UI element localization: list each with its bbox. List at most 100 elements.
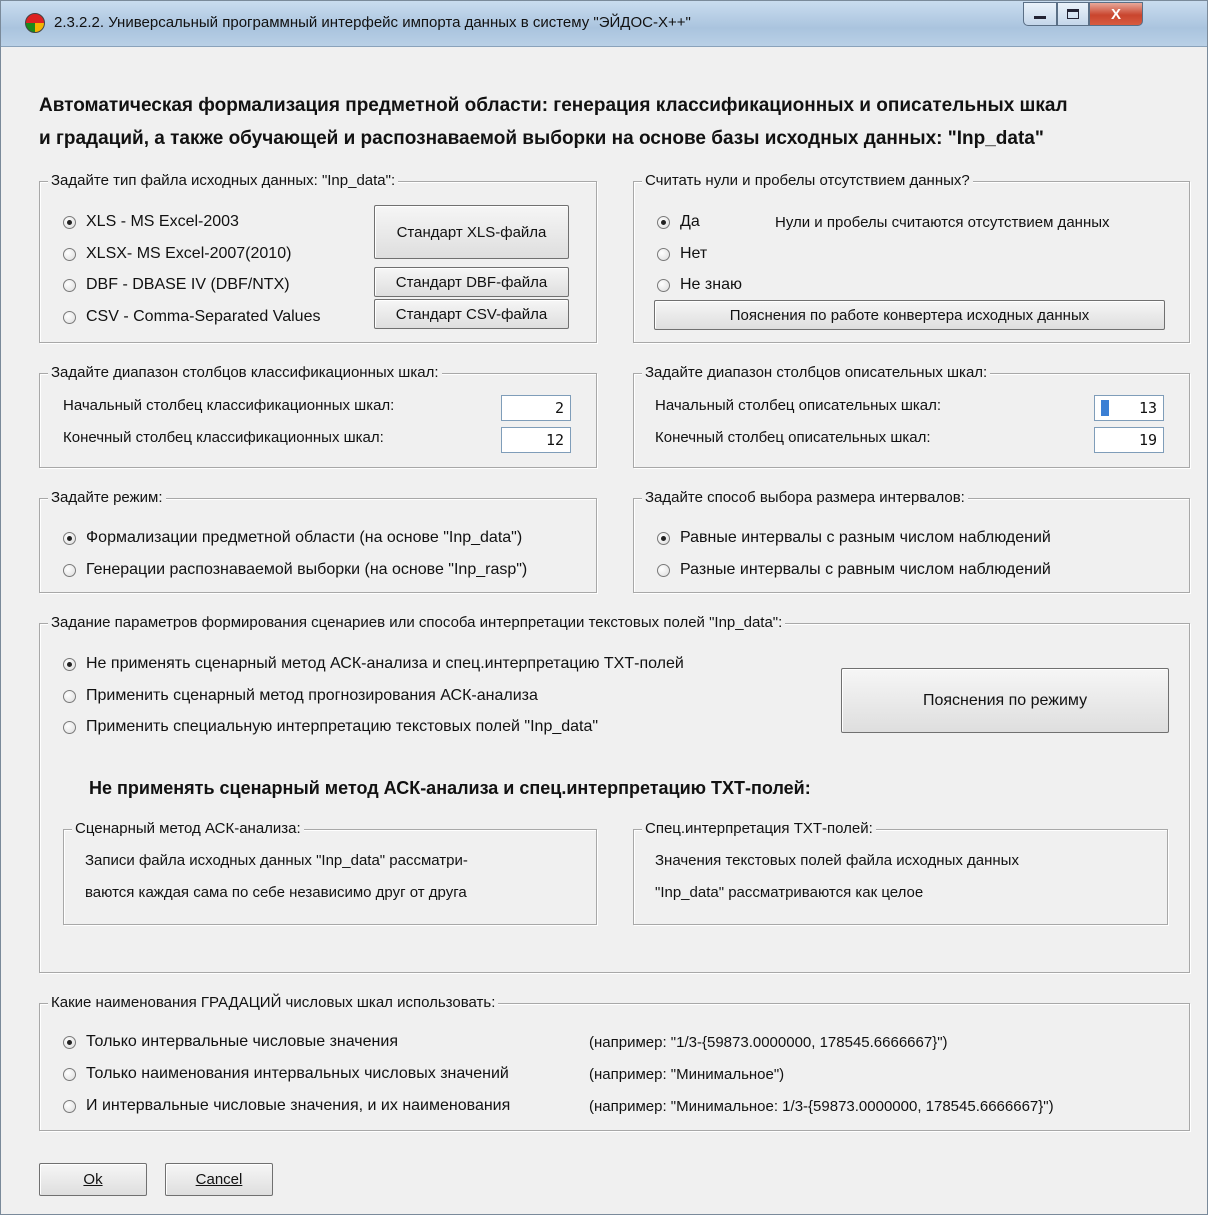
maximize-button[interactable]: [1057, 2, 1089, 26]
radio-zeros-no-dot: [657, 247, 670, 261]
radio-grad-names-label: Только наименования интервальных числовы…: [86, 1065, 509, 1082]
radio-zeros-yes-label: Да: [680, 213, 700, 230]
desc-start-label: Начальный столбец описательных шкал:: [655, 397, 942, 414]
radio-scenario-none-label: Не применять сценарный метод АСК-анализа…: [86, 655, 684, 672]
scenario-method-line-1: Записи файла исходных данных "Inp_data" …: [85, 852, 468, 869]
text-interpretation-group: Спец.интерпретация ТХТ-полей:: [633, 820, 1168, 925]
radio-interval-different-dot: [657, 563, 670, 577]
radio-zeros-yes-dot: [657, 215, 670, 229]
standard-dbf-button[interactable]: Стандарт DBF-файла: [374, 267, 569, 297]
scenario-method-title: Сценарный метод АСК-анализа:: [72, 820, 304, 838]
title-bar[interactable]: 2.3.2.2. Универсальный программный интер…: [1, 1, 1207, 47]
radio-zeros-yes[interactable]: Да: [657, 213, 700, 231]
radio-scenario-forecast[interactable]: Применить сценарный метод прогнозировани…: [63, 687, 538, 705]
radio-zeros-no-label: Нет: [680, 245, 708, 262]
radio-zeros-unknown[interactable]: Не знаю: [657, 276, 742, 294]
scenario-method-group: Сценарный метод АСК-анализа:: [63, 820, 597, 925]
close-button[interactable]: X: [1089, 2, 1143, 26]
file-type-group-title: Задайте тип файла исходных данных: "Inp_…: [48, 172, 399, 190]
radio-xlsx-dot: [63, 247, 76, 261]
desc-start-value: 13: [1138, 399, 1157, 417]
class-start-field[interactable]: 2: [501, 395, 571, 421]
scenario-group-title: Задание параметров формирования сценарие…: [48, 614, 786, 632]
radio-grad-both[interactable]: И интервальные числовые значения, и их н…: [63, 1097, 510, 1115]
radio-dbf-label: DBF - DBASE IV (DBF/NTX): [86, 276, 290, 293]
radio-csv-dot: [63, 310, 76, 324]
radio-interval-equal[interactable]: Равные интервалы с разным числом наблюде…: [657, 529, 1051, 547]
app-icon: [25, 13, 45, 33]
radio-interval-different[interactable]: Разные интервалы с равным числом наблюде…: [657, 561, 1051, 579]
radio-xlsx[interactable]: XLSX- MS Excel-2007(2010): [63, 245, 291, 263]
radio-mode-generate[interactable]: Генерации распознаваемой выборки (на осн…: [63, 561, 527, 579]
minimize-button[interactable]: [1023, 2, 1057, 26]
radio-grad-names[interactable]: Только наименования интервальных числовы…: [63, 1065, 509, 1083]
radio-mode-generate-label: Генерации распознаваемой выборки (на осн…: [86, 561, 528, 578]
heading-line-1: Автоматическая формализация предметной о…: [39, 95, 1068, 116]
desc-end-field[interactable]: 19: [1094, 427, 1164, 453]
class-range-group-title: Задайте диапазон столбцов классификацион…: [48, 364, 442, 382]
caption-buttons: X: [1023, 2, 1143, 26]
radio-csv-label: CSV - Comma-Separated Values: [86, 308, 321, 325]
grad-example-3: (например: "Минимальное: 1/3-{59873.0000…: [589, 1098, 1054, 1115]
grad-example-1: (например: "1/3-{59873.0000000, 178545.6…: [589, 1034, 948, 1051]
radio-dbf-dot: [63, 278, 76, 292]
radio-xls-label: XLS - MS Excel-2003: [86, 213, 239, 230]
radio-scenario-none[interactable]: Не применять сценарный метод АСК-анализа…: [63, 655, 684, 673]
radio-mode-generate-dot: [63, 563, 76, 577]
radio-xls-dot: [63, 215, 76, 229]
text-interpretation-line-2: "Inp_data" рассматриваются как целое: [655, 884, 924, 901]
text-caret: [1101, 400, 1109, 416]
radio-interval-equal-label: Равные интервалы с разным числом наблюде…: [680, 529, 1051, 546]
radio-grad-both-label: И интервальные числовые значения, и их н…: [86, 1097, 511, 1114]
radio-scenario-text-dot: [63, 720, 76, 734]
radio-scenario-forecast-label: Применить сценарный метод прогнозировани…: [86, 687, 538, 704]
mode-help-button[interactable]: Пояснения по режиму: [841, 668, 1169, 733]
heading-line-2: и градаций, а также обучающей и распозна…: [39, 128, 1044, 149]
radio-dbf[interactable]: DBF - DBASE IV (DBF/NTX): [63, 276, 290, 294]
text-interpretation-line-1: Значения текстовых полей файла исходных …: [655, 852, 1019, 869]
radio-grad-values-label: Только интервальные числовые значения: [86, 1033, 398, 1050]
radio-zeros-unknown-label: Не знаю: [680, 276, 742, 293]
radio-mode-formalize-dot: [63, 531, 76, 545]
mode-group-title: Задайте режим:: [48, 489, 166, 507]
window-title: 2.3.2.2. Универсальный программный интер…: [54, 14, 691, 31]
gradations-group-title: Какие наименования ГРАДАЦИЙ числовых шка…: [48, 994, 499, 1012]
zeros-group-title: Считать нули и пробелы отсутствием данны…: [642, 172, 973, 190]
radio-zeros-no[interactable]: Нет: [657, 245, 707, 263]
cancel-button[interactable]: Cancel: [165, 1163, 273, 1196]
radio-scenario-text[interactable]: Применить специальную интерпретацию текс…: [63, 718, 598, 736]
radio-mode-formalize[interactable]: Формализации предметной области (на осно…: [63, 529, 522, 547]
radio-csv[interactable]: CSV - Comma-Separated Values: [63, 308, 320, 326]
radio-xls[interactable]: XLS - MS Excel-2003: [63, 213, 239, 231]
class-start-label: Начальный столбец классификационных шкал…: [63, 397, 395, 414]
desc-start-field[interactable]: 13: [1094, 395, 1164, 421]
converter-help-button[interactable]: Пояснения по работе конвертера исходных …: [654, 300, 1165, 330]
desc-end-label: Конечный столбец описательных шкал:: [655, 429, 931, 446]
standard-csv-button[interactable]: Стандарт CSV-файла: [374, 299, 569, 329]
class-end-label: Конечный столбец классификационных шкал:: [63, 429, 384, 446]
dialog-window: 2.3.2.2. Универсальный программный интер…: [0, 0, 1208, 1215]
interval-group-title: Задайте способ выбора размера интервалов…: [642, 489, 968, 507]
ok-button[interactable]: Ok: [39, 1163, 147, 1196]
radio-xlsx-label: XLSX- MS Excel-2007(2010): [86, 245, 292, 262]
scenario-method-line-2: ваются каждая сама по себе независимо др…: [85, 884, 467, 901]
minimize-icon: [1034, 15, 1046, 19]
maximize-icon: [1067, 9, 1079, 19]
grad-example-2: (например: "Минимальное"): [589, 1066, 785, 1083]
class-end-field[interactable]: 12: [501, 427, 571, 453]
radio-interval-different-label: Разные интервалы с равным числом наблюде…: [680, 561, 1051, 578]
radio-scenario-none-dot: [63, 657, 76, 671]
radio-grad-values[interactable]: Только интервальные числовые значения: [63, 1033, 398, 1051]
radio-mode-formalize-label: Формализации предметной области (на осно…: [86, 529, 523, 546]
text-interpretation-title: Спец.интерпретация ТХТ-полей:: [642, 820, 876, 838]
standard-xls-button[interactable]: Стандарт XLS-файла: [374, 205, 569, 259]
radio-scenario-forecast-dot: [63, 689, 76, 703]
desc-range-group-title: Задайте диапазон столбцов описательных ш…: [642, 364, 991, 382]
zeros-note: Нули и пробелы считаются отсутствием дан…: [775, 214, 1110, 231]
radio-grad-both-dot: [63, 1099, 76, 1113]
scenario-subheading: Не применять сценарный метод АСК-анализа…: [89, 778, 811, 798]
radio-grad-names-dot: [63, 1067, 76, 1081]
radio-scenario-text-label: Применить специальную интерпретацию текс…: [86, 718, 599, 735]
radio-interval-equal-dot: [657, 531, 670, 545]
close-icon: X: [1110, 5, 1121, 23]
